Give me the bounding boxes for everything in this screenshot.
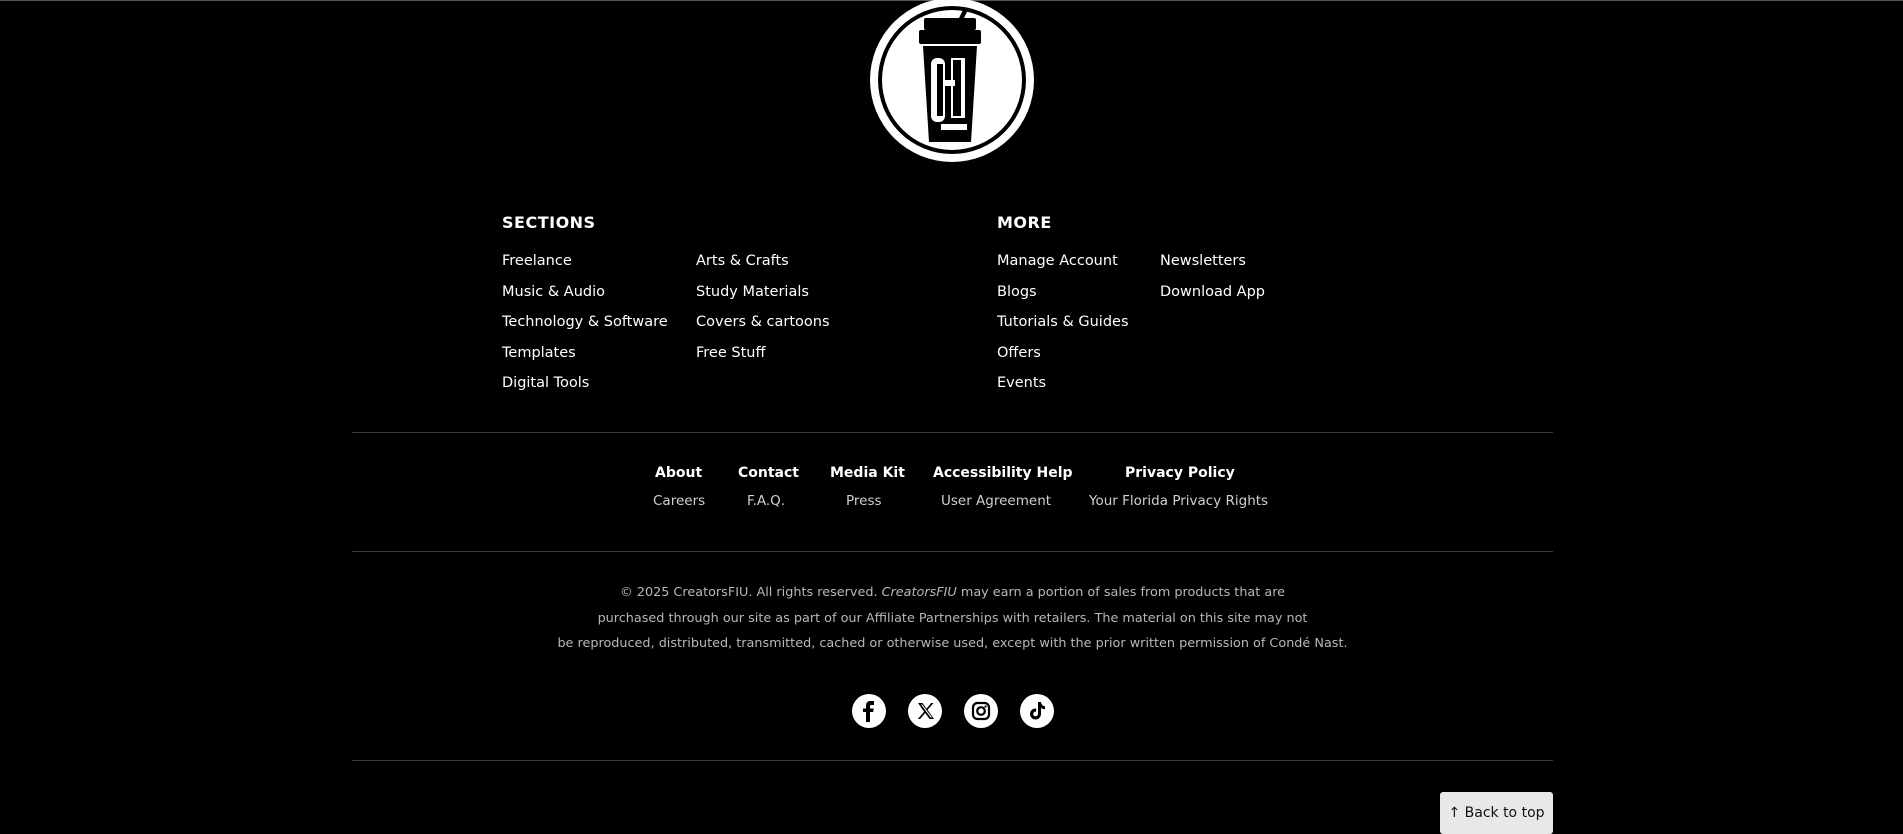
legal-line-2: purchased through our site as part of ou… — [597, 610, 1308, 626]
more-column-1: Manage Account Blogs Tutorials & Guides … — [997, 251, 1129, 404]
section-link-study-materials[interactable]: Study Materials — [696, 282, 830, 313]
divider — [352, 432, 1553, 433]
footer-link-user-agreement[interactable]: User Agreement — [941, 493, 1051, 509]
site-logo[interactable] — [867, 0, 1037, 165]
section-link-templates[interactable]: Templates — [502, 343, 668, 374]
sections-heading: SECTIONS — [502, 213, 596, 232]
section-link-free-stuff[interactable]: Free Stuff — [696, 343, 830, 374]
more-link-offers[interactable]: Offers — [997, 343, 1129, 374]
section-link-music-audio[interactable]: Music & Audio — [502, 282, 668, 313]
sections-heading-wrap: SECTIONS — [502, 213, 596, 232]
legal-line-3: be reproduced, distributed, transmitted,… — [557, 636, 1348, 651]
facebook-icon[interactable] — [852, 694, 886, 728]
legal-line-1: © 2025 CreatorsFIU. All rights reserved.… — [619, 585, 1286, 600]
legal-brand: CreatorsFIU — [881, 585, 957, 600]
section-link-technology-software[interactable]: Technology & Software — [502, 312, 668, 343]
footer-link-accessibility-help[interactable]: Accessibility Help — [933, 465, 1073, 481]
footer-link-about[interactable]: About — [655, 465, 702, 481]
footer-link-privacy-policy[interactable]: Privacy Policy — [1125, 465, 1235, 481]
footer-link-faq[interactable]: F.A.Q. — [747, 493, 785, 509]
instagram-icon[interactable] — [964, 694, 998, 728]
footer-link-careers[interactable]: Careers — [653, 493, 705, 509]
more-column-2: Newsletters Download App — [1160, 251, 1265, 312]
more-link-manage-account[interactable]: Manage Account — [997, 251, 1129, 282]
divider — [352, 551, 1553, 552]
footer-link-contact[interactable]: Contact — [738, 465, 799, 481]
more-heading: MORE — [997, 213, 1052, 232]
footer-link-florida-privacy-rights[interactable]: Your Florida Privacy Rights — [1089, 493, 1268, 509]
footer-link-media-kit[interactable]: Media Kit — [830, 465, 905, 481]
back-to-top-button[interactable]: ↑ Back to top — [1440, 792, 1553, 834]
x-icon[interactable] — [908, 694, 942, 728]
section-link-digital-tools[interactable]: Digital Tools — [502, 373, 668, 404]
more-link-download-app[interactable]: Download App — [1160, 282, 1265, 313]
tiktok-icon[interactable] — [1020, 694, 1054, 728]
legal-notice: © 2025 CreatorsFIU. All rights reserved.… — [352, 580, 1553, 657]
sections-column-2: Arts & Crafts Study Materials Covers & c… — [696, 251, 830, 373]
section-link-freelance[interactable]: Freelance — [502, 251, 668, 282]
more-link-newsletters[interactable]: Newsletters — [1160, 251, 1265, 282]
sections-column-1: Freelance Music & Audio Technology & Sof… — [502, 251, 668, 404]
more-link-blogs[interactable]: Blogs — [997, 282, 1129, 313]
more-link-events[interactable]: Events — [997, 373, 1129, 404]
more-heading-wrap: MORE — [997, 213, 1052, 232]
more-link-tutorials-guides[interactable]: Tutorials & Guides — [997, 312, 1129, 343]
cup-logo-icon — [870, 0, 1034, 162]
section-link-arts-crafts[interactable]: Arts & Crafts — [696, 251, 830, 282]
footer-link-press[interactable]: Press — [846, 493, 882, 509]
section-link-covers-cartoons[interactable]: Covers & cartoons — [696, 312, 830, 343]
divider — [352, 760, 1553, 761]
